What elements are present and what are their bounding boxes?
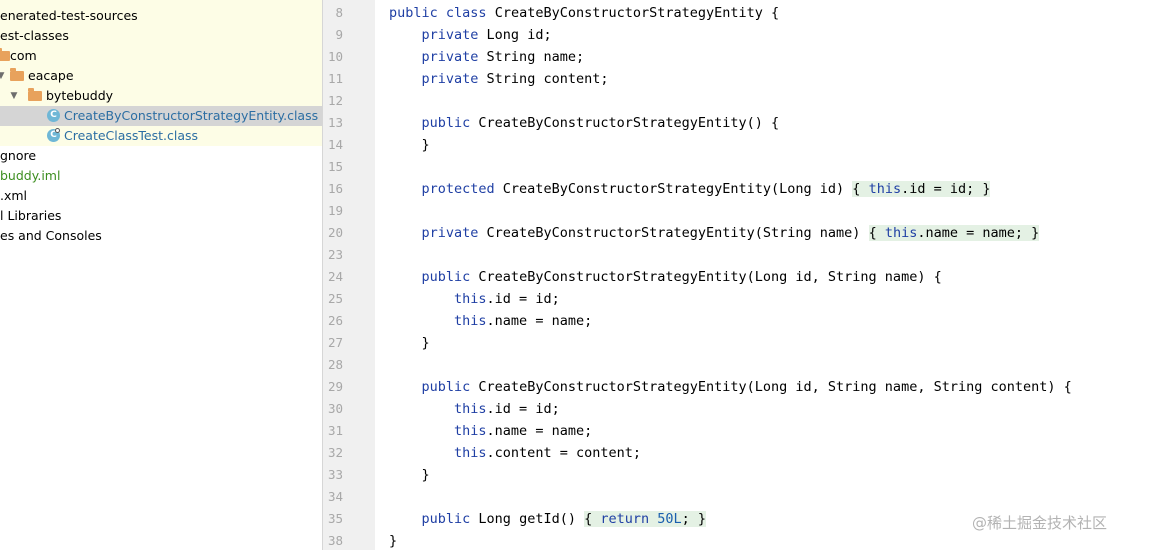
line-number: 31	[327, 423, 343, 438]
line-number: 20	[327, 225, 343, 240]
folder-icon	[10, 68, 24, 81]
tree-item-external-libraries[interactable]: l Libraries	[0, 206, 322, 226]
tree-item-gitignore[interactable]: gnore	[0, 146, 322, 166]
line-number: 19	[327, 203, 343, 218]
code-line[interactable]: }	[389, 332, 430, 354]
code-line[interactable]: private CreateByConstructorStrategyEntit…	[389, 222, 1040, 244]
tree-item-label: CreateClassTest.class	[64, 128, 199, 143]
tree-item-createbyconstructorstrategyentity-class[interactable]: C CreateByConstructorStrategyEntity.clas…	[0, 106, 322, 126]
editor-gutter: 8 9 10 11 12 13 14 15 16 19 20 23 24 25 26 27 28 29 30 31 32…	[323, 0, 385, 550]
tree-item-label: gnore	[0, 148, 37, 163]
line-number: 14	[327, 137, 343, 152]
line-number: 28	[327, 357, 343, 372]
line-number: 23	[327, 247, 343, 262]
line-number: 15	[327, 159, 343, 174]
line-number: 25	[327, 291, 343, 306]
code-line[interactable]: public CreateByConstructorStrategyEntity…	[389, 266, 942, 288]
expand-arrow-icon[interactable]: ▼	[9, 86, 19, 106]
line-number: 38	[327, 533, 343, 548]
tree-item-label: enerated-test-sources	[0, 8, 138, 23]
line-number: 33	[327, 467, 343, 482]
test-marker-icon	[55, 128, 60, 133]
expand-arrow-icon[interactable]: ▼	[0, 66, 6, 86]
tree-item-label: com	[10, 48, 37, 63]
tree-item-label: .xml	[0, 188, 28, 203]
line-number: 26	[327, 313, 343, 328]
tree-item-label: l Libraries	[0, 208, 62, 223]
tree-item-bytebuddy-iml[interactable]: buddy.iml	[0, 166, 322, 186]
code-line[interactable]: this.id = id;	[389, 288, 560, 310]
line-number: 27	[327, 335, 343, 350]
line-number: 11	[327, 71, 343, 86]
line-number: 10	[327, 49, 343, 64]
code-editor[interactable]: public class CreateByConstructorStrategy…	[375, 0, 1154, 550]
tree-item-scratches-and-consoles[interactable]: es and Consoles	[0, 226, 322, 246]
folder-icon	[0, 48, 10, 61]
code-line[interactable]: private String name;	[389, 46, 585, 68]
code-line[interactable]: this.id = id;	[389, 398, 560, 420]
line-number: 32	[327, 445, 343, 460]
code-line[interactable]: this.name = name;	[389, 420, 592, 442]
code-line[interactable]: public class CreateByConstructorStrategy…	[389, 2, 779, 24]
tree-item-com[interactable]: com	[0, 46, 322, 66]
code-line[interactable]: private Long id;	[389, 24, 552, 46]
line-number: 30	[327, 401, 343, 416]
tree-item-label: buddy.iml	[0, 168, 61, 183]
tree-item-createclasstest-class[interactable]: C CreateClassTest.class	[0, 126, 322, 146]
tree-item-label: est-classes	[0, 28, 69, 43]
tree-item-label: bytebuddy	[46, 88, 114, 103]
tree-item-test-classes[interactable]: est-classes	[0, 26, 322, 46]
line-number: 34	[327, 489, 343, 504]
code-line[interactable]: }	[389, 464, 430, 486]
folder-icon	[28, 88, 42, 101]
code-line[interactable]: public Long getId() { return 50L; }	[389, 508, 707, 530]
tree-item-pom-xml[interactable]: .xml	[0, 186, 322, 206]
tree-item-label: es and Consoles	[0, 228, 102, 243]
code-line[interactable]: protected CreateByConstructorStrategyEnt…	[389, 178, 991, 200]
line-number: 24	[327, 269, 343, 284]
line-number: 16	[327, 181, 343, 196]
code-line[interactable]: private String content;	[389, 68, 609, 90]
line-number: 8	[335, 5, 343, 20]
tree-item-label: eacape	[28, 68, 74, 83]
line-number: 12	[327, 93, 343, 108]
watermark-text: @稀土掘金技术社区	[972, 514, 1108, 532]
code-line[interactable]: public CreateByConstructorStrategyEntity…	[389, 112, 780, 134]
code-line[interactable]: this.name = name;	[389, 310, 592, 332]
code-line[interactable]: }	[389, 134, 430, 156]
tree-item-generated-test-sources[interactable]: enerated-test-sources	[0, 6, 322, 26]
code-line[interactable]: }	[389, 530, 397, 552]
code-line[interactable]: public CreateByConstructorStrategyEntity…	[389, 376, 1072, 398]
project-tree-panel: nerated-sources enerated-test-sources es…	[0, 0, 322, 550]
line-number: 9	[335, 27, 343, 42]
tree-item-eacape[interactable]: ▼ eacape	[0, 66, 322, 86]
class-file-icon: C	[47, 109, 60, 122]
tree-item-label: CreateByConstructorStrategyEntity.class	[64, 108, 319, 123]
tree-item-bytebuddy[interactable]: ▼ bytebuddy	[0, 86, 322, 106]
line-number: 29	[327, 379, 343, 394]
line-number: 13	[327, 115, 343, 130]
code-line[interactable]: this.content = content;	[389, 442, 641, 464]
line-number: 35	[327, 511, 343, 526]
